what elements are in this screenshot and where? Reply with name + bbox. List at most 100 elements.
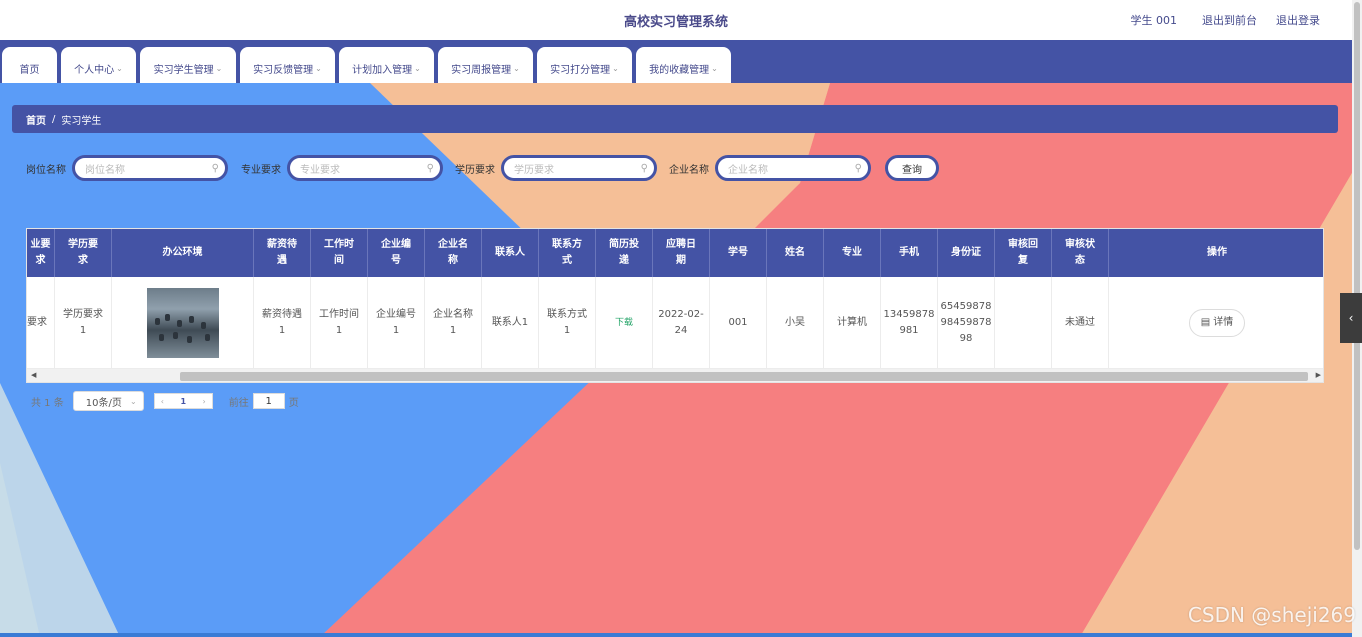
- search-icon: ⚲: [854, 163, 862, 174]
- top-header: 高校实习管理系统 学生 001 退出到前台 退出登录: [0, 0, 1352, 40]
- company-name-input[interactable]: 企业名称 ⚲: [715, 155, 871, 181]
- scrollbar-thumb[interactable]: [180, 372, 1308, 381]
- table-cell: [112, 277, 254, 369]
- th-action: 操作: [1207, 247, 1227, 258]
- table-cell: 薪资待遇 1: [254, 277, 311, 369]
- office-environment-image[interactable]: [146, 287, 219, 358]
- position-name-input[interactable]: 岗位名称 ⚲: [72, 155, 228, 181]
- document-icon: ▤: [1200, 316, 1211, 328]
- page-size-select[interactable]: 10条/页 ⌄: [72, 391, 144, 411]
- side-collapse-toggle[interactable]: ‹: [1340, 293, 1362, 343]
- goto-page-input[interactable]: 1: [252, 393, 285, 409]
- table-cell: 企业编号 1: [368, 277, 425, 369]
- th-office-env: 办公环境: [112, 229, 254, 277]
- page-navigator: ‹ 1 ›: [153, 393, 213, 409]
- search-label: 学历要求: [455, 164, 495, 176]
- search-icon: ⚲: [640, 163, 648, 174]
- nav-tab-favorites-mgmt[interactable]: 我的收藏管理 ⌄: [636, 47, 731, 83]
- table-cell: 计算机: [824, 277, 881, 369]
- table-cell: 要求: [27, 277, 55, 369]
- table-cell: 小吴: [767, 277, 824, 369]
- th-phone: 手机: [881, 229, 938, 277]
- table-cell: 未通过: [1052, 277, 1109, 369]
- prev-page-icon[interactable]: ‹: [161, 397, 164, 406]
- table-cell: 001: [710, 277, 767, 369]
- th-apply-date: 应聘日 期: [653, 229, 710, 277]
- th-contact-method: 联系方 式: [539, 229, 596, 277]
- th-name: 姓名: [767, 229, 824, 277]
- nav-tab-label: 实习学生管理: [153, 64, 214, 76]
- total-count: 共 1 条: [31, 397, 64, 409]
- nav-tab-score-mgmt[interactable]: 实习打分管理 ⌄: [537, 47, 632, 83]
- nav-tab-label: 实习打分管理: [550, 64, 611, 76]
- nav-tab-label: 个人中心: [74, 64, 115, 76]
- input-placeholder: 专业要求: [300, 164, 340, 176]
- th-major-req: 业要 求: [27, 229, 55, 277]
- current-page[interactable]: 1: [180, 397, 186, 406]
- nav-tab-label: 计划加入管理: [352, 64, 413, 76]
- chevron-down-icon: ⌄: [116, 63, 123, 73]
- scroll-right-icon[interactable]: ▶: [1316, 371, 1321, 379]
- th-review-status: 审核状 态: [1052, 229, 1109, 277]
- query-button[interactable]: 查询: [885, 155, 939, 181]
- chevron-down-icon: ⌄: [315, 63, 322, 73]
- table-cell: 企业名称 1: [425, 277, 482, 369]
- table-cell: 联系人1: [482, 277, 539, 369]
- data-table: 业要 求 学历要 求 办公环境 薪资待 遇 工作时 间 企业编 号 企业名 称 …: [26, 228, 1324, 383]
- table-header: 业要 求 学历要 求 办公环境 薪资待 遇 工作时 间 企业编 号 企业名 称 …: [27, 229, 1323, 277]
- nav-tab-label: 实习反馈管理: [253, 64, 314, 76]
- nav-tab-label: 我的收藏管理: [649, 64, 710, 76]
- nav-tab-weekly-mgmt[interactable]: 实习周报管理 ⌄: [438, 47, 533, 83]
- detail-button-label: 详情: [1213, 316, 1234, 328]
- th-company-no: 企业编 号: [368, 229, 425, 277]
- table-cell: [995, 277, 1052, 369]
- nav-tab-personal[interactable]: 个人中心 ⌄: [61, 47, 136, 83]
- th-resume: 简历投 递: [596, 229, 653, 277]
- chevron-down-icon: ⌄: [215, 63, 223, 73]
- th-id-card: 身份证: [938, 229, 995, 277]
- goto-label: 前往: [228, 397, 249, 409]
- nav-tab-plan-mgmt[interactable]: 计划加入管理 ⌄: [339, 47, 434, 83]
- th-review-reply: 审核回 复: [995, 229, 1052, 277]
- search-icon: ⚲: [211, 163, 219, 174]
- next-page-icon[interactable]: ›: [203, 397, 206, 406]
- table-horizontal-scrollbar[interactable]: ◀ ▶: [27, 369, 1323, 382]
- detail-button[interactable]: ▤ 详情: [1189, 308, 1245, 337]
- main-nav: 首页 个人中心 ⌄ 实习学生管理 ⌄ 实习反馈管理 ⌄ 计划加入管理 ⌄ 实习周报管理 ⌄…: [0, 40, 1352, 83]
- table-cell: 13459878 981: [881, 277, 938, 369]
- table-cell: 学历要求 1: [55, 277, 112, 369]
- input-placeholder: 岗位名称: [85, 164, 125, 176]
- search-group-major: 专业要求 专业要求 ⚲: [241, 155, 443, 181]
- search-label: 专业要求: [241, 164, 281, 176]
- table-cell: 2022-02- 24: [653, 277, 710, 369]
- back-to-front-link[interactable]: 退出到前台: [1202, 12, 1257, 28]
- education-req-input[interactable]: 学历要求 ⚲: [501, 155, 657, 181]
- search-label: 企业名称: [669, 164, 709, 176]
- nav-tab-feedback-mgmt[interactable]: 实习反馈管理 ⌄: [240, 47, 335, 83]
- search-label: 岗位名称: [26, 164, 66, 176]
- chevron-left-icon: ‹: [1348, 311, 1354, 325]
- nav-tab-home[interactable]: 首页: [2, 47, 57, 83]
- search-group-company: 企业名称 企业名称 ⚲: [669, 155, 871, 181]
- th-company-name: 企业名 称: [425, 229, 482, 277]
- table-cell: 65459878 98459878 98: [938, 277, 995, 369]
- chevron-down-icon: ⌄: [711, 63, 718, 73]
- th-salary: 薪资待 遇: [254, 229, 311, 277]
- resume-download-link[interactable]: 下载: [596, 277, 653, 369]
- page-unit-label: 页: [288, 397, 299, 409]
- chevron-down-icon: ⌄: [414, 63, 421, 73]
- nav-tab-student-mgmt[interactable]: 实习学生管理 ⌄: [140, 47, 236, 83]
- search-group-position: 岗位名称 岗位名称 ⚲: [26, 155, 228, 181]
- bottom-bar: [0, 633, 1352, 637]
- scrollbar-thumb[interactable]: [1354, 2, 1360, 550]
- th-work-time: 工作时 间: [311, 229, 368, 277]
- major-req-input[interactable]: 专业要求 ⚲: [287, 155, 443, 181]
- input-placeholder: 企业名称: [728, 164, 768, 176]
- breadcrumb-home[interactable]: 首页: [26, 112, 46, 127]
- scroll-left-icon[interactable]: ◀: [31, 371, 36, 379]
- chevron-down-icon: ⌄: [612, 63, 619, 73]
- chevron-down-icon: ⌄: [130, 396, 137, 406]
- th-student-no: 学号: [710, 229, 767, 277]
- watermark: CSDN @sheji269: [1187, 603, 1356, 627]
- logout-link[interactable]: 退出登录: [1276, 12, 1320, 28]
